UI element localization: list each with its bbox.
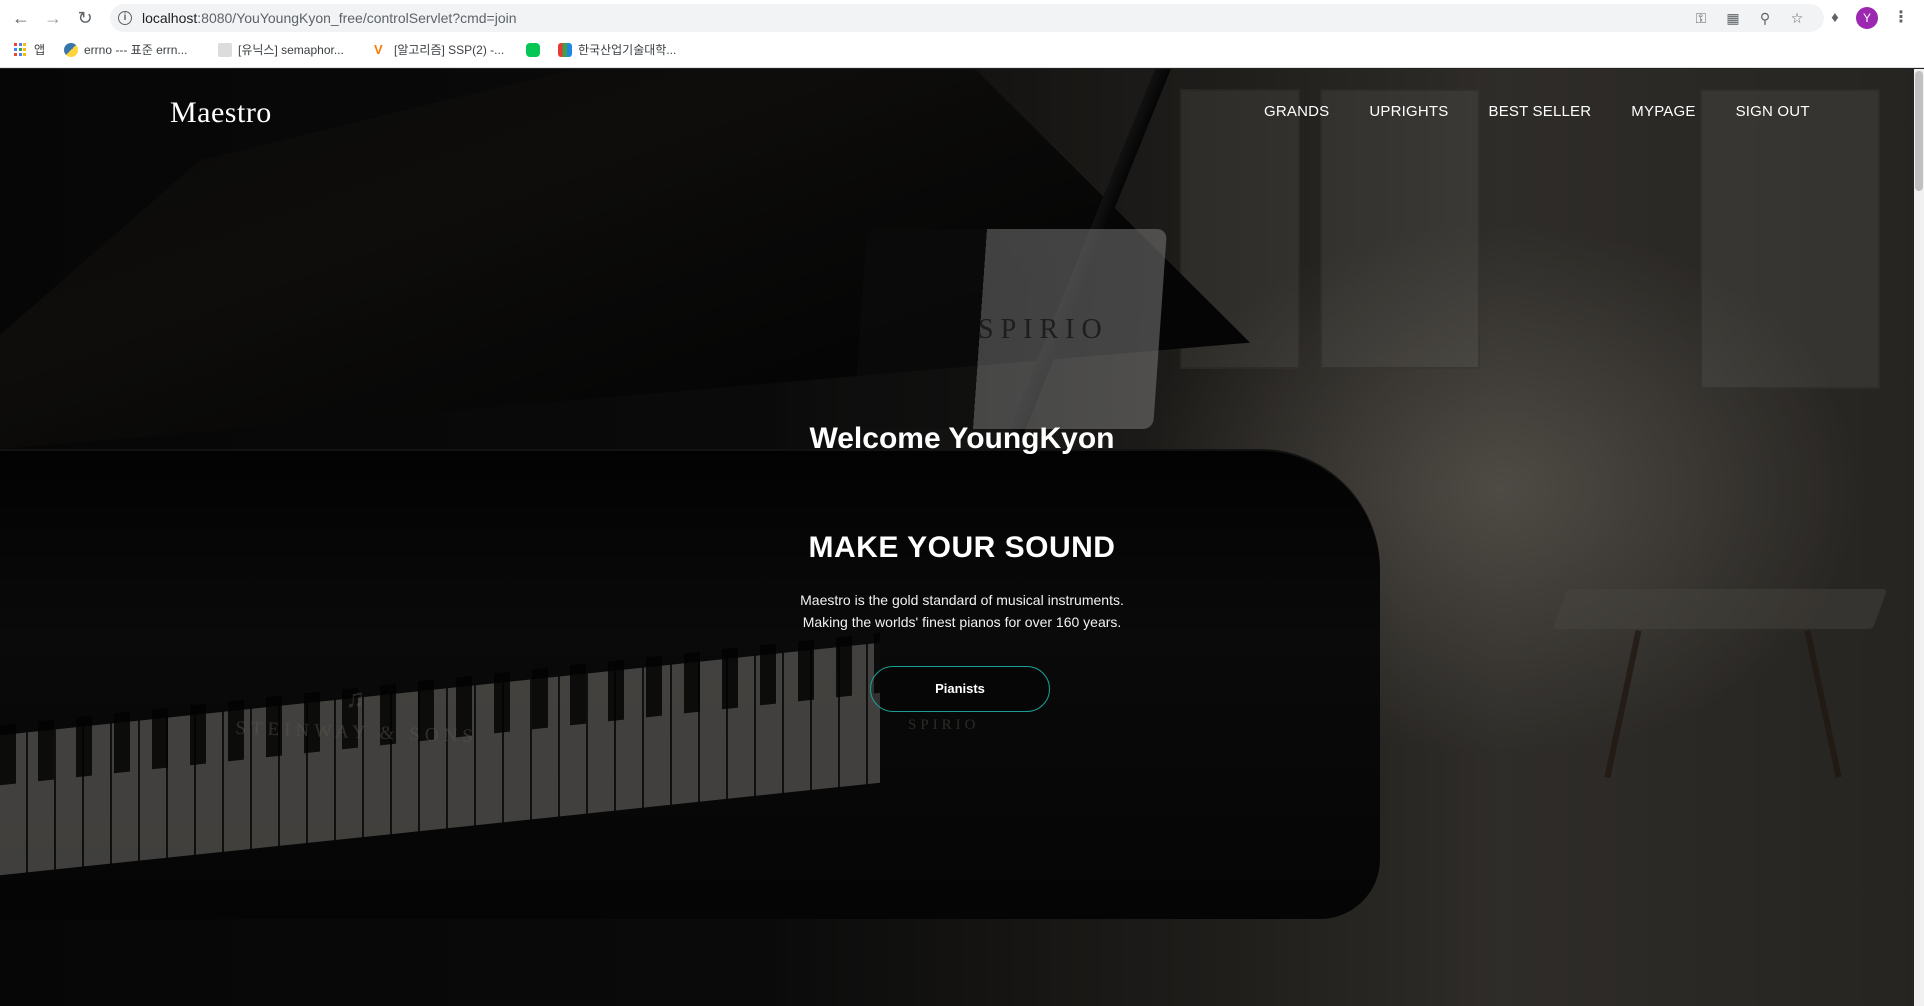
browser-chrome: ← → ↻ i localhost:8080/YouYoungKyon_free… <box>0 0 1924 68</box>
hero-section: SPIRIO ♫ STEINWAY & SONS SPIRIO Maestro … <box>0 69 1924 1006</box>
url-host: localhost <box>142 10 198 26</box>
extensions-puzzle-icon[interactable]: ♦ <box>1824 7 1846 29</box>
url-path: :8080/YouYoungKyon_free/controlServlet?c… <box>197 10 517 26</box>
nav-uprights[interactable]: UPRIGHTS <box>1369 103 1448 120</box>
chat-bubble-icon <box>526 43 540 57</box>
bookmark-label: 앱 <box>34 43 46 57</box>
python-icon <box>64 43 78 57</box>
pianists-button[interactable]: Pianists <box>870 666 1050 712</box>
velog-v-icon: V <box>374 42 383 57</box>
bookmark-semaphore[interactable]: [유닉스] semaphor... <box>218 40 344 60</box>
site-nav: GRANDS UPRIGHTS BEST SELLER MYPAGE SIGN … <box>1264 103 1850 120</box>
hero-description-line: Making the worlds' finest pianos for ove… <box>802 614 1122 630</box>
hero-description: Maestro is the gold standard of musical … <box>0 589 1924 633</box>
bookmark-label: 한국산업기술대학... <box>578 43 677 57</box>
bookmark-university[interactable]: 한국산업기술대학... <box>558 40 676 60</box>
zoom-icon[interactable]: ⚲ <box>1756 9 1774 27</box>
scrollbar-thumb[interactable] <box>1915 71 1923 191</box>
back-arrow-icon[interactable]: ← <box>10 7 32 29</box>
hero-headline: MAKE YOUR SOUND <box>808 531 1116 564</box>
apps-grid-icon <box>14 43 28 57</box>
hero-description-line: Maestro is the gold standard of musical … <box>800 592 1124 608</box>
nav-grands[interactable]: GRANDS <box>1264 103 1329 120</box>
site-info-icon[interactable]: i <box>118 11 132 25</box>
profile-avatar[interactable]: Y <box>1856 7 1878 29</box>
nav-best-seller[interactable]: BEST SELLER <box>1488 103 1591 120</box>
forward-arrow-icon[interactable]: → <box>42 7 64 29</box>
url-text[interactable]: localhost:8080/YouYoungKyon_free/control… <box>142 10 517 26</box>
bookmark-algorithm[interactable]: V [알고리즘] SSP(2) -... <box>374 40 504 60</box>
page-scrollbar[interactable] <box>1914 69 1924 1006</box>
address-bar[interactable]: i localhost:8080/YouYoungKyon_free/contr… <box>110 4 1824 32</box>
nav-mypage[interactable]: MYPAGE <box>1631 103 1695 120</box>
page-favicon-icon <box>218 43 232 57</box>
welcome-heading: Welcome YoungKyon <box>809 422 1115 455</box>
university-logo-icon <box>558 43 572 57</box>
bookmark-apps[interactable]: 앱 <box>14 40 45 60</box>
nav-sign-out[interactable]: SIGN OUT <box>1736 103 1810 120</box>
bookmark-star-icon[interactable]: ☆ <box>1788 9 1806 27</box>
reload-icon[interactable]: ↻ <box>74 7 96 29</box>
bookmarks-bar: 앱 errno --- 표준 errn... [유닉스] semaphor...… <box>0 38 1924 62</box>
translate-icon[interactable]: ▦ <box>1724 9 1742 27</box>
bookmark-errno[interactable]: errno --- 표준 errn... <box>64 40 187 60</box>
site-logo[interactable]: Maestro <box>170 96 272 130</box>
bookmark-label: [알고리즘] SSP(2) -... <box>394 43 505 57</box>
bookmark-label: errno --- 표준 errn... <box>84 43 188 57</box>
browser-menu-icon[interactable]: ⋮ <box>1890 7 1912 29</box>
bookmark-line[interactable] <box>526 40 546 60</box>
browser-toolbar: ← → ↻ i localhost:8080/YouYoungKyon_free… <box>0 0 1924 36</box>
bookmark-label: [유닉스] semaphor... <box>238 43 344 57</box>
key-icon[interactable]: ⚿ <box>1692 9 1710 27</box>
